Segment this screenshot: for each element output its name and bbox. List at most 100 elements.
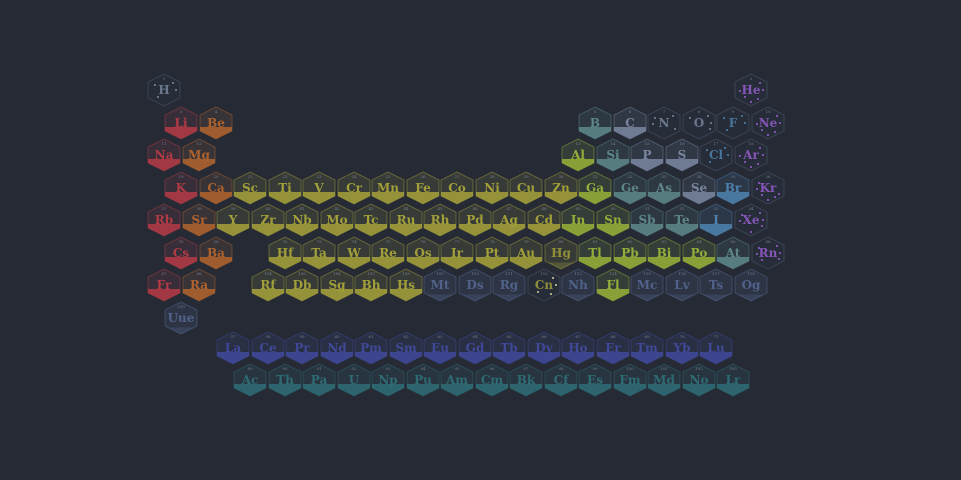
element-w[interactable]: 74 W bbox=[337, 236, 371, 270]
element-po[interactable]: 84 Po bbox=[682, 236, 716, 270]
element-ar[interactable]: 18 Ar bbox=[734, 138, 768, 172]
element-b[interactable]: 5B bbox=[578, 106, 612, 140]
element-ho[interactable]: 67 Ho bbox=[561, 331, 595, 365]
element-no[interactable]: 102 No bbox=[682, 363, 716, 397]
element-v[interactable]: 23 V bbox=[302, 171, 336, 205]
element-hf[interactable]: 72 Hf bbox=[268, 236, 302, 270]
element-dy[interactable]: 66 Dy bbox=[527, 331, 561, 365]
element-n[interactable]: 7N bbox=[647, 106, 681, 140]
element-ni[interactable]: 28 Ni bbox=[475, 171, 509, 205]
element-ca[interactable]: 20 Ca bbox=[199, 171, 233, 205]
element-se[interactable]: 34 Se bbox=[682, 171, 716, 205]
element-la[interactable]: 57 La bbox=[216, 331, 250, 365]
element-sr[interactable]: 38 Sr bbox=[182, 203, 216, 237]
element-y[interactable]: 39 Y bbox=[216, 203, 250, 237]
element-lr[interactable]: 103 Lr bbox=[716, 363, 750, 397]
element-br[interactable]: 35 Br bbox=[716, 171, 750, 205]
element-he[interactable]: 2 He bbox=[734, 73, 768, 107]
element-fm[interactable]: 100 Fm bbox=[613, 363, 647, 397]
element-sb[interactable]: 51 Sb bbox=[630, 203, 664, 237]
element-ag[interactable]: 47 Ag bbox=[492, 203, 526, 237]
element-bi[interactable]: 83 Bi bbox=[647, 236, 681, 270]
element-fe[interactable]: 26 Fe bbox=[406, 171, 440, 205]
element-ge[interactable]: 32 Ge bbox=[613, 171, 647, 205]
element-te[interactable]: 52 Te bbox=[665, 203, 699, 237]
element-pm[interactable]: 61 Pm bbox=[354, 331, 388, 365]
element-ac[interactable]: 89 Ac bbox=[233, 363, 267, 397]
element-c[interactable]: 6C bbox=[613, 106, 647, 140]
element-pr[interactable]: 59 Pr bbox=[285, 331, 319, 365]
element-mn[interactable]: 25 Mn bbox=[371, 171, 405, 205]
element-tm[interactable]: 69 Tm bbox=[630, 331, 664, 365]
element-lu[interactable]: 71 Lu bbox=[699, 331, 733, 365]
element-pb[interactable]: 82 Pb bbox=[613, 236, 647, 270]
element-ts[interactable]: 117 Ts bbox=[699, 268, 733, 302]
element-os[interactable]: 76 Os bbox=[406, 236, 440, 270]
element-am[interactable]: 95 Am bbox=[440, 363, 474, 397]
element-s[interactable]: 16 S bbox=[665, 138, 699, 172]
element-mt[interactable]: 109 Mt bbox=[423, 268, 457, 302]
element-ga[interactable]: 31 Ga bbox=[578, 171, 612, 205]
element-es[interactable]: 99 Es bbox=[578, 363, 612, 397]
element-h[interactable]: 1H bbox=[147, 73, 181, 107]
element-cd[interactable]: 48 Cd bbox=[527, 203, 561, 237]
element-bk[interactable]: 97 Bk bbox=[509, 363, 543, 397]
element-nh[interactable]: 113 Nh bbox=[561, 268, 595, 302]
element-rf[interactable]: 104 Rf bbox=[251, 268, 285, 302]
element-sc[interactable]: 21 Sc bbox=[233, 171, 267, 205]
element-u[interactable]: 92 U bbox=[337, 363, 371, 397]
element-li[interactable]: 3 Li bbox=[164, 106, 198, 140]
element-gd[interactable]: 64 Gd bbox=[458, 331, 492, 365]
element-bh[interactable]: 107 Bh bbox=[354, 268, 388, 302]
element-fl[interactable]: 114 Fl bbox=[596, 268, 630, 302]
element-sg[interactable]: 106 Sg bbox=[320, 268, 354, 302]
element-ir[interactable]: 77 Ir bbox=[440, 236, 474, 270]
element-at[interactable]: 85 At bbox=[716, 236, 750, 270]
element-tc[interactable]: 43 Tc bbox=[354, 203, 388, 237]
element-i[interactable]: 53 I bbox=[699, 203, 733, 237]
element-cs[interactable]: 55 Cs bbox=[164, 236, 198, 270]
element-rg[interactable]: 111 Rg bbox=[492, 268, 526, 302]
element-re[interactable]: 75 Re bbox=[371, 236, 405, 270]
element-pt[interactable]: 78 Pt bbox=[475, 236, 509, 270]
element-ti[interactable]: 22 Ti bbox=[268, 171, 302, 205]
element-sn[interactable]: 50 Sn bbox=[596, 203, 630, 237]
element-hg[interactable]: 80 Hg bbox=[544, 236, 578, 270]
element-xe[interactable]: 54 Xe bbox=[734, 203, 768, 237]
element-mo[interactable]: 42 Mo bbox=[320, 203, 354, 237]
element-sm[interactable]: 62 Sm bbox=[389, 331, 423, 365]
element-og[interactable]: 118 Og bbox=[734, 268, 768, 302]
element-ru[interactable]: 44 Ru bbox=[389, 203, 423, 237]
element-be[interactable]: 4 Be bbox=[199, 106, 233, 140]
element-f[interactable]: 9F bbox=[716, 106, 750, 140]
element-in[interactable]: 49 In bbox=[561, 203, 595, 237]
element-lv[interactable]: 116 Lv bbox=[665, 268, 699, 302]
element-as[interactable]: 33 As bbox=[647, 171, 681, 205]
element-p[interactable]: 15 P bbox=[630, 138, 664, 172]
element-cu[interactable]: 29 Cu bbox=[509, 171, 543, 205]
element-si[interactable]: 14 Si bbox=[596, 138, 630, 172]
element-au[interactable]: 79 Au bbox=[509, 236, 543, 270]
element-md[interactable]: 101 Md bbox=[647, 363, 681, 397]
element-er[interactable]: 68 Er bbox=[596, 331, 630, 365]
element-pd[interactable]: 46 Pd bbox=[458, 203, 492, 237]
element-cn[interactable]: 112 Cn bbox=[527, 268, 561, 302]
element-cl[interactable]: 17 Cl bbox=[699, 138, 733, 172]
element-ds[interactable]: 110 Ds bbox=[458, 268, 492, 302]
element-db[interactable]: 105 Db bbox=[285, 268, 319, 302]
element-tl[interactable]: 81 Tl bbox=[578, 236, 612, 270]
element-cf[interactable]: 98 Cf bbox=[544, 363, 578, 397]
element-rh[interactable]: 45 Rh bbox=[423, 203, 457, 237]
element-zr[interactable]: 40 Zr bbox=[251, 203, 285, 237]
element-mg[interactable]: 12 Mg bbox=[182, 138, 216, 172]
element-ba[interactable]: 56 Ba bbox=[199, 236, 233, 270]
element-np[interactable]: 93 Np bbox=[371, 363, 405, 397]
element-th[interactable]: 90 Th bbox=[268, 363, 302, 397]
element-o[interactable]: 8O bbox=[682, 106, 716, 140]
element-na[interactable]: 11 Na bbox=[147, 138, 181, 172]
element-ra[interactable]: 88 Ra bbox=[182, 268, 216, 302]
element-ta[interactable]: 73 Ta bbox=[302, 236, 336, 270]
element-rn[interactable]: 86 Rn bbox=[751, 236, 785, 270]
element-eu[interactable]: 63 Eu bbox=[423, 331, 457, 365]
element-nd[interactable]: 60 Nd bbox=[320, 331, 354, 365]
